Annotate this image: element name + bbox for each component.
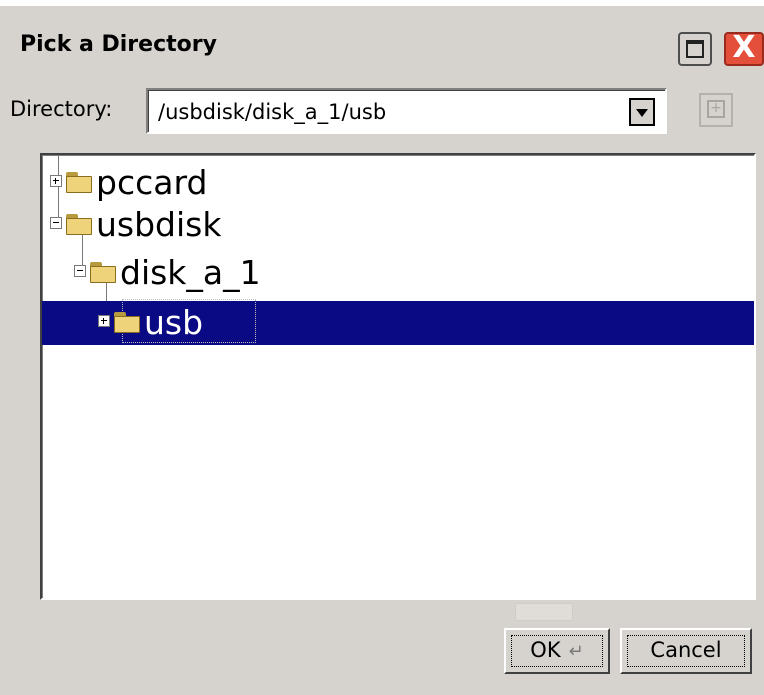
- folder-icon: [114, 312, 140, 333]
- close-icon[interactable]: X: [724, 32, 764, 66]
- focus-indicator: [627, 635, 745, 667]
- window-edge: [0, 0, 764, 6]
- expand-icon[interactable]: [50, 175, 62, 187]
- new-folder-button[interactable]: +: [699, 93, 733, 127]
- focus-indicator: [511, 635, 603, 667]
- directory-combobox[interactable]: /usbdisk/disk_a_1/usb: [146, 88, 667, 134]
- folder-icon: [90, 262, 116, 283]
- new-folder-icon: +: [707, 100, 725, 118]
- expand-icon[interactable]: [98, 315, 110, 327]
- directory-value[interactable]: /usbdisk/disk_a_1/usb: [158, 100, 386, 124]
- folder-icon: [66, 172, 92, 193]
- tree-node-label: disk_a_1: [120, 253, 261, 292]
- tree-line: [58, 155, 59, 225]
- directory-tree[interactable]: pccard usbdisk disk_a_1 usb: [40, 153, 756, 600]
- ok-button[interactable]: OK ↵: [504, 628, 610, 674]
- collapse-icon[interactable]: [74, 265, 86, 277]
- tree-node-label: usb: [144, 303, 204, 342]
- hidden-button-ghost: [515, 603, 573, 621]
- tree-node-label: usbdisk: [96, 205, 222, 244]
- cancel-button[interactable]: Cancel: [620, 628, 752, 674]
- directory-label: Directory:: [10, 97, 113, 121]
- pick-directory-dialog: Pick a Directory X Directory: /usbdisk/d…: [0, 0, 764, 695]
- maximize-icon[interactable]: [678, 32, 712, 66]
- dialog-title: Pick a Directory: [20, 32, 217, 57]
- tree-node-label: pccard: [96, 163, 208, 202]
- collapse-icon[interactable]: [50, 217, 62, 229]
- chevron-down-icon[interactable]: [629, 98, 655, 126]
- folder-icon: [66, 214, 92, 235]
- title-bar[interactable]: Pick a Directory X: [6, 12, 764, 72]
